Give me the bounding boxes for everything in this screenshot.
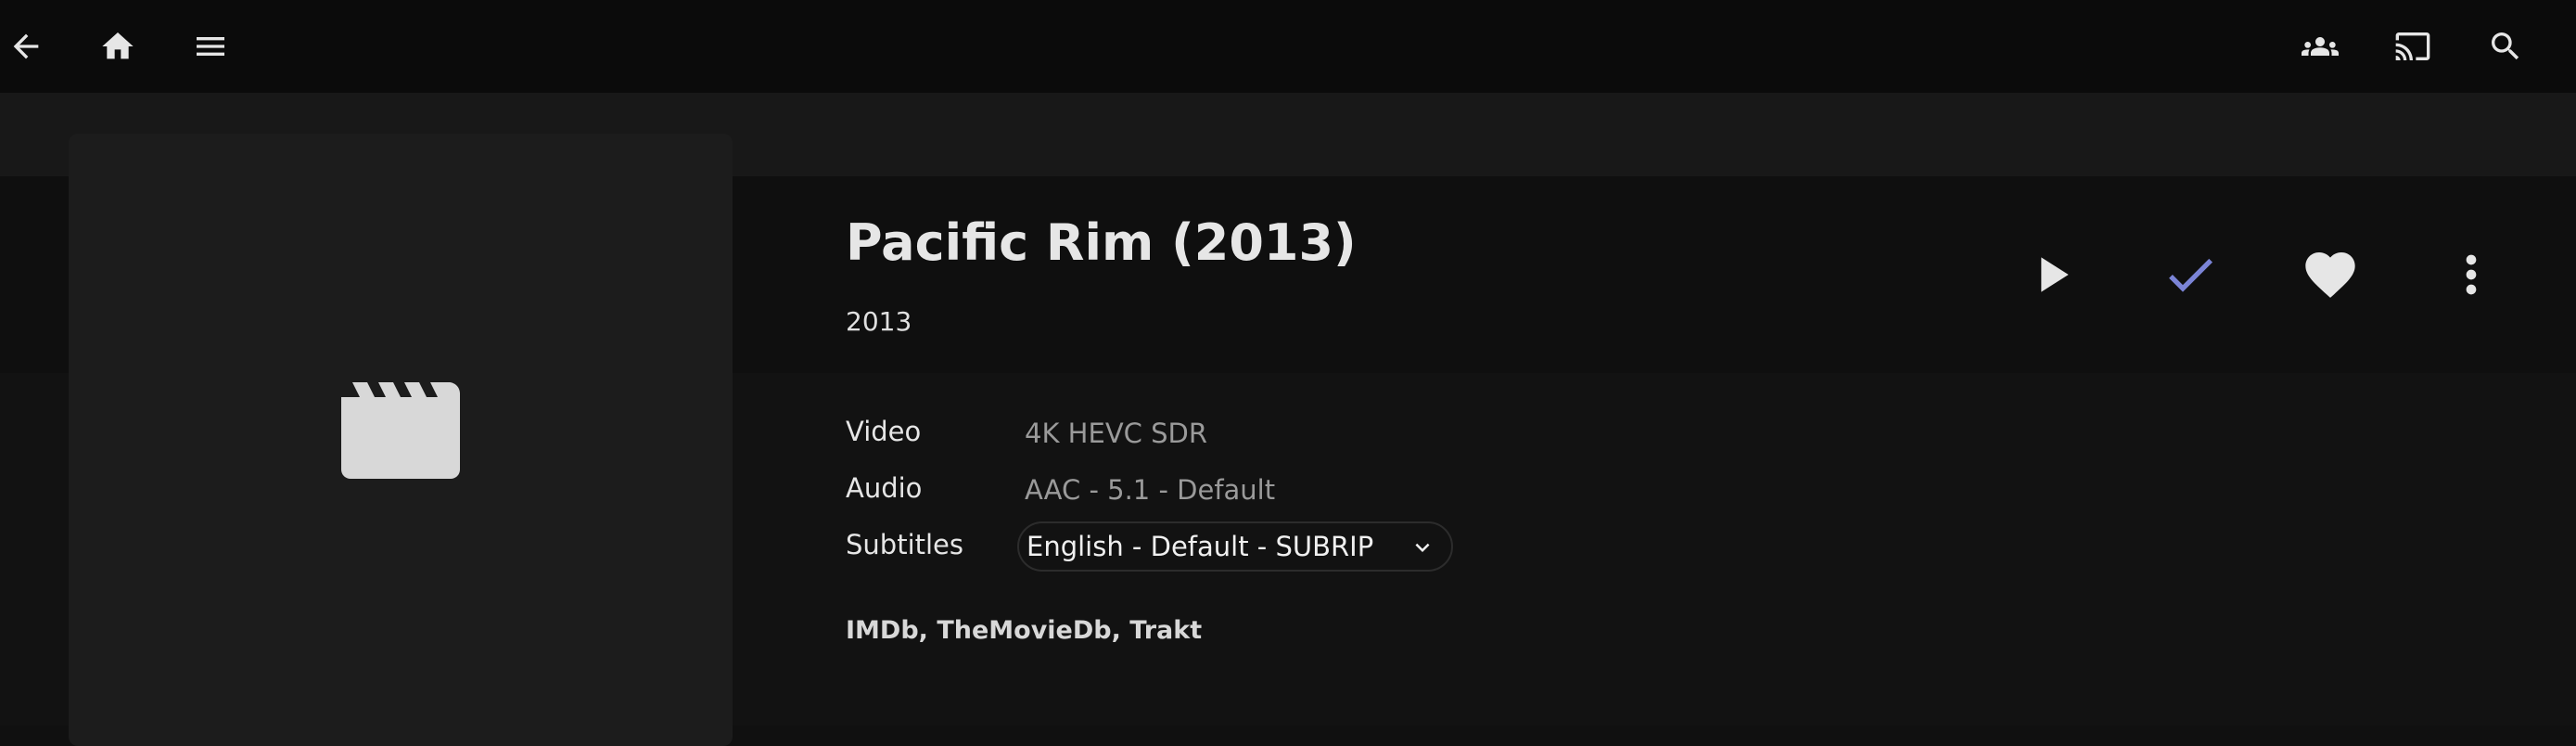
menu-button[interactable] (177, 13, 244, 80)
movie-clapperboard-icon (341, 382, 460, 479)
poster-card[interactable] (69, 134, 733, 746)
page-title: Pacific Rim (2013) (846, 213, 1357, 272)
production-year: 2013 (846, 306, 912, 337)
heart-icon (2305, 252, 2355, 298)
subtitles-selected-value: English - Default - SUBRIP (1027, 531, 1374, 562)
play-button[interactable] (2012, 236, 2090, 314)
video-label: Video (846, 416, 922, 447)
chevron-down-icon (1409, 534, 1436, 561)
home-button[interactable] (84, 13, 151, 80)
users-button[interactable] (2287, 13, 2353, 80)
search-icon (2492, 32, 2519, 60)
link-imdb[interactable]: IMDb (846, 616, 919, 645)
link-separator: , (1111, 616, 1130, 645)
favorite-button[interactable] (2291, 236, 2369, 314)
search-button[interactable] (2472, 13, 2539, 80)
home-icon (102, 32, 134, 59)
audio-value: AAC - 5.1 - Default (1025, 474, 1276, 506)
link-separator: , (918, 616, 937, 645)
link-trakt[interactable]: Trakt (1129, 616, 1202, 645)
subtitles-select[interactable]: English - Default - SUBRIP (1017, 521, 1453, 572)
people-icon (2302, 37, 2339, 56)
external-links: IMDb, TheMovieDb, Trakt (846, 616, 1202, 645)
app-header (0, 0, 2576, 93)
video-value: 4K HEVC SDR (1025, 418, 1208, 449)
subtitles-label: Subtitles (846, 529, 964, 560)
audio-label: Audio (846, 472, 923, 504)
mark-played-button[interactable] (2151, 236, 2229, 314)
cast-button[interactable] (2379, 13, 2446, 80)
play-icon (2041, 257, 2069, 292)
checkmark-icon (2169, 258, 2213, 292)
more-vertical-icon (2466, 254, 2477, 295)
menu-icon (197, 37, 224, 56)
more-button[interactable] (2432, 236, 2510, 314)
cast-icon (2395, 32, 2430, 60)
link-themoviedb[interactable]: TheMovieDb (937, 616, 1111, 645)
arrow-back-icon (13, 33, 39, 59)
back-button[interactable] (0, 13, 59, 80)
